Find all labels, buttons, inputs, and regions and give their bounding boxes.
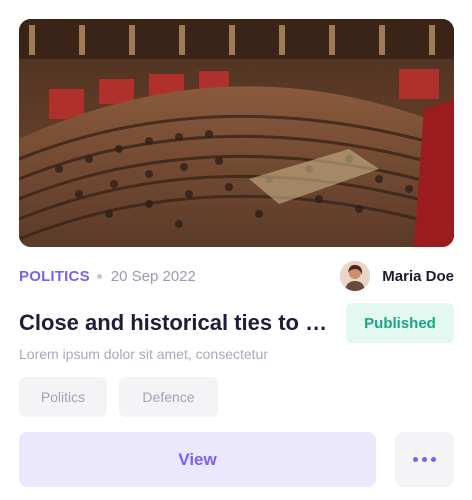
category-label[interactable]: POLITICS <box>19 268 90 285</box>
avatar <box>340 261 371 291</box>
parliament-chamber-image <box>19 19 454 247</box>
tag-list: Politics Defence <box>19 377 218 417</box>
view-button[interactable]: View <box>19 432 376 487</box>
author-name: Maria Doe <box>382 267 454 285</box>
article-meta: POLITICS 20 Sep 2022 Maria Doe <box>19 261 454 291</box>
article-card: POLITICS 20 Sep 2022 Maria Doe Close and… <box>0 0 472 500</box>
more-horizontal-icon <box>431 457 436 462</box>
article-excerpt: Lorem ipsum dolor sit amet, consectetur <box>19 346 268 362</box>
article-title[interactable]: Close and historical ties to h... <box>19 310 333 336</box>
card-actions: View <box>19 432 454 487</box>
title-row: Close and historical ties to h... Publis… <box>19 303 454 343</box>
separator-dot <box>96 273 102 279</box>
tag-politics[interactable]: Politics <box>19 377 107 417</box>
tag-defence[interactable]: Defence <box>119 377 218 417</box>
article-image[interactable] <box>19 19 454 247</box>
more-horizontal-icon <box>413 457 418 462</box>
more-options-button[interactable] <box>395 432 454 487</box>
author[interactable]: Maria Doe <box>340 261 454 291</box>
status-badge: Published <box>346 303 454 343</box>
publish-date: 20 Sep 2022 <box>110 267 196 285</box>
more-horizontal-icon <box>422 457 427 462</box>
